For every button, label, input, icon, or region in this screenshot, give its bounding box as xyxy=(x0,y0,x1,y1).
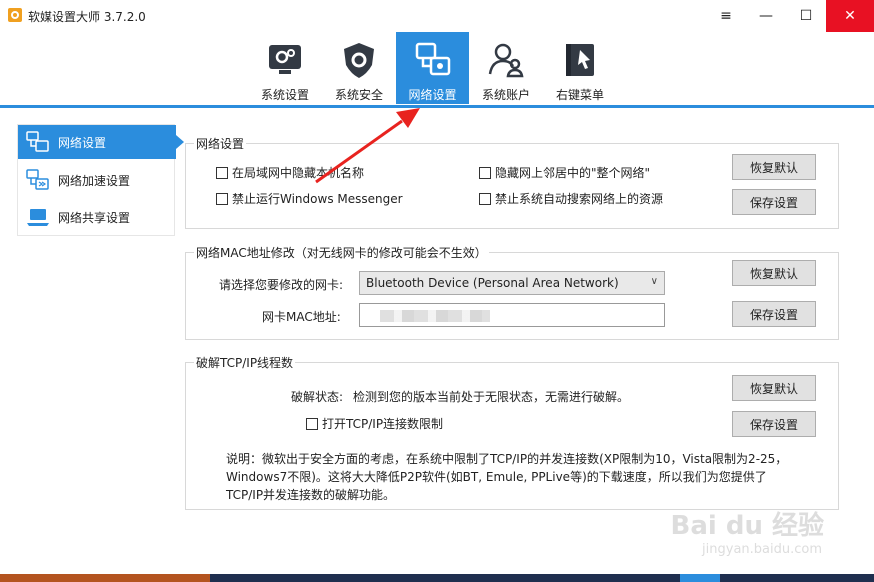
checkbox-box[interactable] xyxy=(216,192,228,205)
sidebar: 网络设置 网络加速设置 网络共享设置 xyxy=(17,124,184,236)
network-settings-group: 网络设置 在局域网中隐藏本机名称 禁止运行Windows Messenger 隐… xyxy=(185,135,839,229)
close-button[interactable]: ✕ xyxy=(826,0,874,32)
users-icon xyxy=(488,43,524,78)
disable-messenger-checkbox[interactable]: 禁止运行Windows Messenger xyxy=(216,190,403,207)
shield-icon xyxy=(344,43,374,78)
checkbox-box[interactable] xyxy=(216,166,228,179)
crack-status-label: 破解状态: xyxy=(291,390,344,404)
checkbox-label: 打开TCP/IP连接数限制 xyxy=(322,417,444,431)
mac-address-group: 网络MAC地址修改（对无线网卡的修改可能会不生效） 请选择您要修改的网卡: Bl… xyxy=(185,244,839,340)
hide-computer-name-checkbox[interactable]: 在局域网中隐藏本机名称 xyxy=(216,164,364,181)
tab-system-settings[interactable]: 系统设置 xyxy=(248,32,322,104)
active-indicator xyxy=(176,135,184,149)
checkbox-label: 在局域网中隐藏本机名称 xyxy=(232,166,365,180)
checkbox-label: 禁止系统自动搜索网络上的资源 xyxy=(495,192,664,206)
checkbox-label: 禁止运行Windows Messenger xyxy=(232,192,403,206)
save-settings-button[interactable]: 保存设置 xyxy=(732,301,816,327)
checkbox-label: 隐藏网上邻居中的"整个网络" xyxy=(495,166,651,180)
tcp-limit-checkbox[interactable]: 打开TCP/IP连接数限制 xyxy=(306,415,443,432)
network-icon xyxy=(415,42,450,76)
nic-select[interactable]: Bluetooth Device (Personal Area Network)… xyxy=(359,271,665,295)
tab-context-menu[interactable]: 右键菜单 xyxy=(543,32,617,104)
group-title: 网络设置 xyxy=(194,135,247,152)
network-speed-icon xyxy=(26,169,49,190)
app-gear-icon xyxy=(8,8,22,22)
sidebar-item-network-speed[interactable]: 网络加速设置 xyxy=(18,163,176,197)
tcp-description: 说明：微软出于安全方面的考虑，在系统中限制了TCP/IP的并发连接数(XP限制为… xyxy=(226,452,788,502)
tab-label: 右键菜单 xyxy=(555,88,604,102)
sidebar-item-label: 网络共享设置 xyxy=(58,210,131,225)
chevron-down-icon: ∨ xyxy=(650,276,658,287)
group-title: 破解TCP/IP线程数 xyxy=(194,354,296,371)
sidebar-item-network-share[interactable]: 网络共享设置 xyxy=(18,200,176,234)
blurred-mac-value xyxy=(380,310,490,322)
sidebar-item-network-settings[interactable]: 网络设置 xyxy=(18,125,184,159)
nic-label: 请选择您要修改的网卡: xyxy=(219,278,344,292)
save-settings-button[interactable]: 保存设置 xyxy=(732,189,816,215)
system-settings-icon xyxy=(269,45,301,74)
crack-status-value: 检测到您的版本当前处于无限状态，无需进行破解。 xyxy=(353,390,630,404)
tab-label: 系统安全 xyxy=(334,88,383,102)
hide-entire-network-checkbox[interactable]: 隐藏网上邻居中的"整个网络" xyxy=(479,164,650,181)
restore-default-button[interactable]: 恢复默认 xyxy=(732,154,816,180)
menu-button[interactable]: ≡ xyxy=(706,0,746,32)
mac-label: 网卡MAC地址: xyxy=(262,310,341,324)
main-toolbar: 系统设置 系统安全 网络设置 系统账户 右键菜单 xyxy=(0,32,874,106)
tab-network-settings[interactable]: 网络设置 xyxy=(396,32,469,104)
restore-default-button[interactable]: 恢复默认 xyxy=(732,375,816,401)
minimize-button[interactable]: — xyxy=(746,0,786,32)
toolbar-divider xyxy=(0,105,874,108)
sidebar-item-label: 网络设置 xyxy=(58,135,107,150)
title-bar: 软媒设置大师 3.7.2.0 ≡ — ☐ ✕ xyxy=(0,0,874,32)
checkbox-box[interactable] xyxy=(306,417,318,430)
taskbar-strip xyxy=(0,574,874,582)
maximize-button[interactable]: ☐ xyxy=(786,0,826,32)
checkbox-box[interactable] xyxy=(479,192,491,205)
tab-label: 系统设置 xyxy=(260,88,309,102)
tab-system-accounts[interactable]: 系统账户 xyxy=(469,32,543,104)
restore-default-button[interactable]: 恢复默认 xyxy=(732,260,816,286)
save-settings-button[interactable]: 保存设置 xyxy=(732,411,816,437)
baidu-watermark-url: jingyan.baidu.com xyxy=(702,542,822,557)
tcpip-group: 破解TCP/IP线程数 破解状态: 检测到您的版本当前处于无限状态，无需进行破解… xyxy=(185,354,839,510)
nic-select-value: Bluetooth Device (Personal Area Network) xyxy=(366,276,619,290)
laptop-share-icon xyxy=(27,209,49,226)
checkbox-box[interactable] xyxy=(479,166,491,179)
network-icon xyxy=(26,131,49,152)
sidebar-item-label: 网络加速设置 xyxy=(58,173,131,188)
tab-system-security[interactable]: 系统安全 xyxy=(322,32,396,104)
mac-address-input[interactable] xyxy=(359,303,665,327)
group-title: 网络MAC地址修改（对无线网卡的修改可能会不生效） xyxy=(194,244,489,261)
disable-auto-search-checkbox[interactable]: 禁止系统自动搜索网络上的资源 xyxy=(479,190,663,207)
context-menu-icon xyxy=(566,44,594,76)
tab-label: 网络设置 xyxy=(408,88,457,102)
window-title: 软媒设置大师 3.7.2.0 xyxy=(28,10,146,24)
tab-label: 系统账户 xyxy=(481,88,530,102)
baidu-watermark: Bai du 经验 xyxy=(670,511,825,541)
